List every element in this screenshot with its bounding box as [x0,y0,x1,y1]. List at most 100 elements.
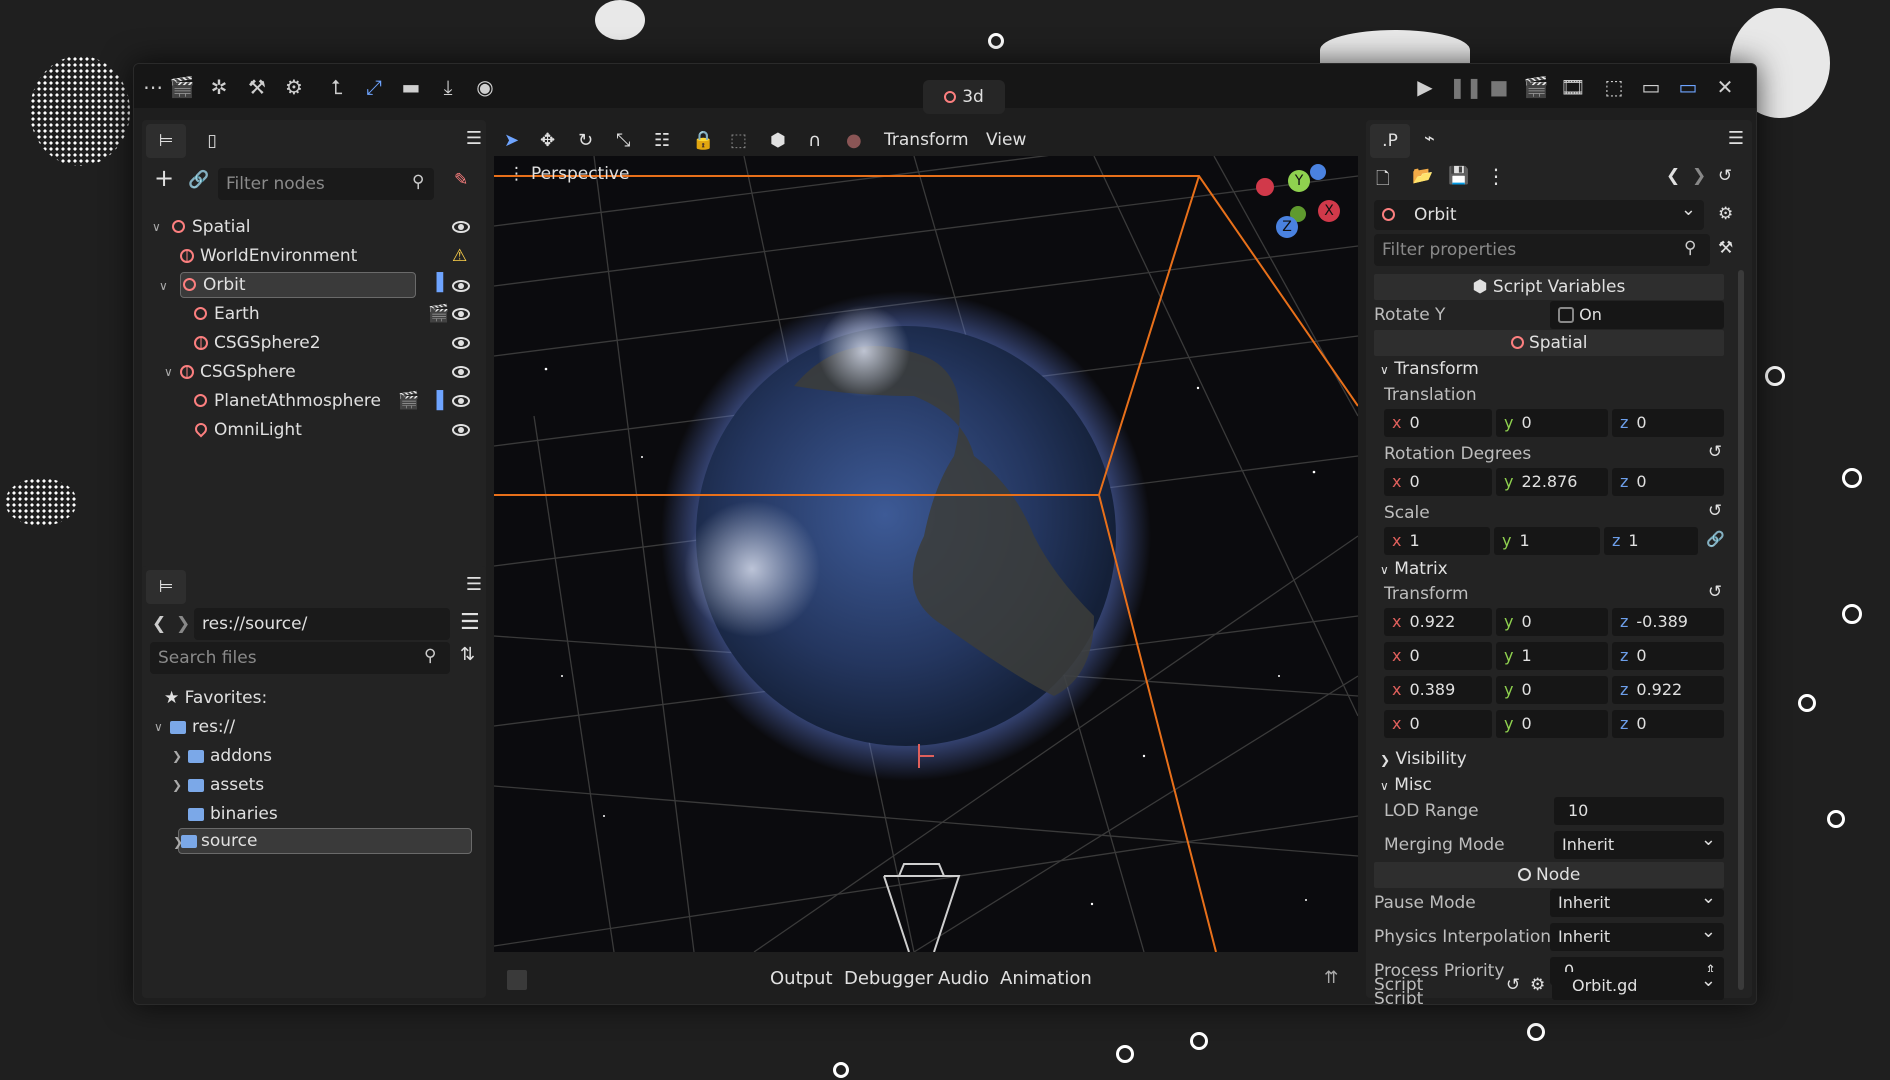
history-icon[interactable]: ↺ [1718,166,1732,186]
matrix-row-0-x[interactable]: x 0.922 [1384,608,1492,636]
bug-icon[interactable]: ✲ [206,74,232,100]
revert-icon[interactable]: ↺ [1708,501,1722,521]
visibility-eye-icon[interactable] [452,395,470,407]
tree-node-worldenvironment[interactable]: WorldEnvironment ⚠ [150,243,480,269]
dock-menu-icon[interactable]: ☰ [466,574,482,595]
transform-tool-icon[interactable]: ⤢ [361,74,387,100]
merging-mode-select[interactable]: Inherit [1554,826,1724,859]
perspective-label[interactable]: ⋮ Perspective [508,164,629,184]
bottom-panel-toggle[interactable] [507,970,527,990]
stop-icon[interactable]: ■ [1486,74,1512,100]
section-node[interactable]: Node [1374,862,1724,888]
visibility-eye-icon[interactable] [452,424,470,436]
eye-icon[interactable]: ◉ [472,74,498,100]
move-icon[interactable]: ✥ [540,130,555,151]
physics-interpolation-select[interactable]: Inherit [1550,918,1724,951]
group-icon[interactable]: ⬚ [730,130,747,151]
list-select-icon[interactable]: ☷ [654,130,670,151]
matrix-row-0-z[interactable]: z -0.389 [1612,608,1724,636]
close-icon[interactable]: ✕ [1712,74,1738,100]
gizmo-z[interactable]: Z [1276,216,1298,238]
inspector-scrollbar[interactable] [1738,270,1744,990]
script-icon[interactable]: ▐ [430,388,443,414]
gear-icon[interactable]: ⚙ [1530,975,1545,995]
revert-icon[interactable]: ↺ [1708,582,1722,602]
menu-dots-icon[interactable]: ⋯ [140,74,166,100]
select-tool-icon[interactable]: ➤ [504,130,519,151]
tree-node-orbit[interactable]: ∨ Orbit [159,272,416,298]
folder-row-assets[interactable]: ❯ assets [150,772,470,798]
sort-icon[interactable]: ⇅ [460,644,475,665]
tree-node-omnilight[interactable]: OmniLight [150,417,480,443]
view-mode-icon[interactable]: ☰ [460,610,480,635]
local-space-icon[interactable]: ⬢ [770,130,786,151]
folder-row-source[interactable]: ❯ source [173,828,472,854]
visibility-eye-icon[interactable] [452,366,470,378]
favorites-row[interactable]: ★ Favorites: [164,685,267,711]
matrix-row-2-z[interactable]: z 0.922 [1612,676,1724,704]
more-icon[interactable]: ⋮ [1486,164,1506,188]
matrix-row-2-x[interactable]: x 0.389 [1384,676,1492,704]
folder-row-binaries[interactable]: binaries [150,801,470,827]
matrix-row-2-y[interactable]: y0 [1496,676,1608,704]
tree-node-spatial[interactable]: ∨ Spatial [150,214,480,240]
open-icon[interactable]: 📂 [1412,166,1433,186]
scene-tree-tab[interactable]: ⊨ [146,124,186,158]
node-tools-icon[interactable]: ⚙ [1718,204,1733,224]
window-icon[interactable]: ▭ [1675,74,1701,100]
property-tools-icon[interactable]: ⚒ [1718,238,1733,258]
rotation-z-field[interactable]: z0 [1612,468,1724,496]
nodes-icon[interactable]: ⚙ [281,74,307,100]
search-files-input[interactable]: Search files [150,642,450,674]
history-forward-icon[interactable]: ❯ [1692,166,1706,186]
back-icon[interactable]: ❮ [152,614,166,634]
save-icon[interactable]: 💾 [1448,166,1469,186]
matrix-row-1-x[interactable]: x0 [1384,642,1492,670]
pin-icon[interactable]: ⇈ [1324,968,1338,988]
pause-icon[interactable]: ❚❚ [1449,74,1483,100]
scale-icon[interactable]: ⤡ [616,130,630,151]
rotate-y-checkbox[interactable]: On [1550,301,1724,329]
matrix-row-3-y[interactable]: y0 [1496,710,1608,738]
3d-viewport[interactable]: ⋮ Perspective Y X Z [494,156,1358,952]
section-spatial[interactable]: Spatial [1374,330,1724,356]
matrix-row-3-x[interactable]: x0 [1384,710,1492,738]
rotation-x-field[interactable]: x0 [1384,468,1492,496]
tree-node-csgsphere2[interactable]: CSGSphere2 [150,330,480,356]
group-transform[interactable]: ∨ Transform [1380,356,1479,382]
move-tool-icon[interactable]: ⮤ [324,74,350,100]
play-icon[interactable]: ▶ [1412,74,1438,100]
group-visibility[interactable]: ❯ Visibility [1380,746,1467,772]
inspector-tab[interactable]: .P [1370,124,1410,158]
tab-animation[interactable]: Animation [1000,968,1092,989]
signals-tab-icon[interactable]: ⌁ [1424,128,1435,149]
download-icon[interactable]: ⤓ [435,74,461,100]
import-tab[interactable]: ▯ [192,124,232,158]
script-icon[interactable]: ▐ [430,273,443,293]
object-selector[interactable]: Orbit [1374,195,1704,230]
axis-gizmo[interactable]: Y X Z [1256,164,1346,260]
view-menu[interactable]: View [986,130,1026,150]
filter-nodes-input[interactable]: Filter nodes [218,168,434,200]
gizmo-x[interactable]: X [1318,200,1340,222]
matrix-row-1-y[interactable]: y1 [1496,642,1608,670]
tab-output[interactable]: Output [770,968,833,989]
script-filter-icon[interactable]: ✎ [454,170,468,190]
gizmo-neg-x[interactable] [1256,178,1274,196]
translation-x-field[interactable]: x0 [1384,409,1492,437]
rotate-icon[interactable]: ↻ [578,130,593,151]
add-node-icon[interactable]: + [154,164,174,192]
play-custom-icon[interactable]: 🎞 [1560,74,1586,100]
path-input[interactable]: res://source/ [194,608,450,640]
tree-node-planetathmosphere[interactable]: PlanetAthmosphere 🎬 ▐ [150,388,480,414]
lod-range-slider[interactable]: 10 [1554,797,1724,825]
layout-icon[interactable]: ▭ [1638,74,1664,100]
rotation-y-field[interactable]: y 22.876 [1496,468,1608,496]
gizmo-neg-z[interactable] [1310,164,1326,180]
snap-icon[interactable]: ∩ [808,130,821,151]
tree-node-earth[interactable]: Earth 🎬 [150,301,480,327]
translation-y-field[interactable]: y0 [1496,409,1608,437]
new-resource-icon[interactable]: 🗋 [1376,166,1390,195]
dock-menu-icon[interactable]: ☰ [1728,128,1744,149]
warning-icon[interactable]: ⚠ [452,243,467,269]
